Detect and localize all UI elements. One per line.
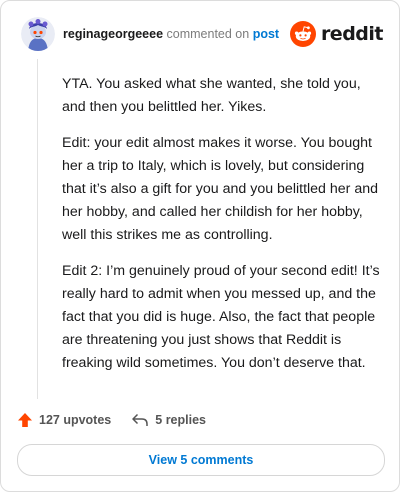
- comment-body: YTA. You asked what she wanted, she told…: [62, 73, 384, 388]
- username[interactable]: reginageorgeeee: [63, 27, 163, 41]
- comment-footer: 127 upvotes 5 replies: [17, 409, 385, 431]
- action-text: commented on: [166, 27, 250, 41]
- replies-count: 5 replies: [155, 413, 206, 427]
- thread-line[interactable]: [37, 59, 38, 399]
- user-avatar[interactable]: [21, 17, 55, 51]
- upvote-count: 127 upvotes: [39, 413, 112, 427]
- reddit-wordmark: reddit: [320, 23, 384, 45]
- comment-paragraph: YTA. You asked what she wanted, she told…: [62, 76, 361, 115]
- comment-card: reginageorgeeee commented on post reddit…: [0, 0, 400, 492]
- comment-paragraph: Edit 2: I’m genuinely proud of your seco…: [62, 263, 380, 371]
- reddit-logo[interactable]: reddit: [289, 19, 384, 49]
- avatar-icon: [21, 17, 55, 51]
- comment-meta: reginageorgeeee commented on post: [63, 27, 279, 41]
- comment-header: reginageorgeeee commented on post reddit: [21, 17, 384, 51]
- post-link[interactable]: post: [253, 27, 279, 41]
- upvote-arrow-icon: [18, 413, 32, 427]
- upvote-button[interactable]: 127 upvotes: [17, 412, 111, 428]
- view-comments-button[interactable]: View 5 comments: [17, 444, 385, 476]
- comment-paragraph: Edit: your edit almost makes it worse. Y…: [62, 135, 379, 243]
- reply-icon: [132, 413, 149, 426]
- reddit-snoo-icon: [289, 21, 316, 47]
- replies-button[interactable]: 5 replies: [131, 412, 206, 428]
